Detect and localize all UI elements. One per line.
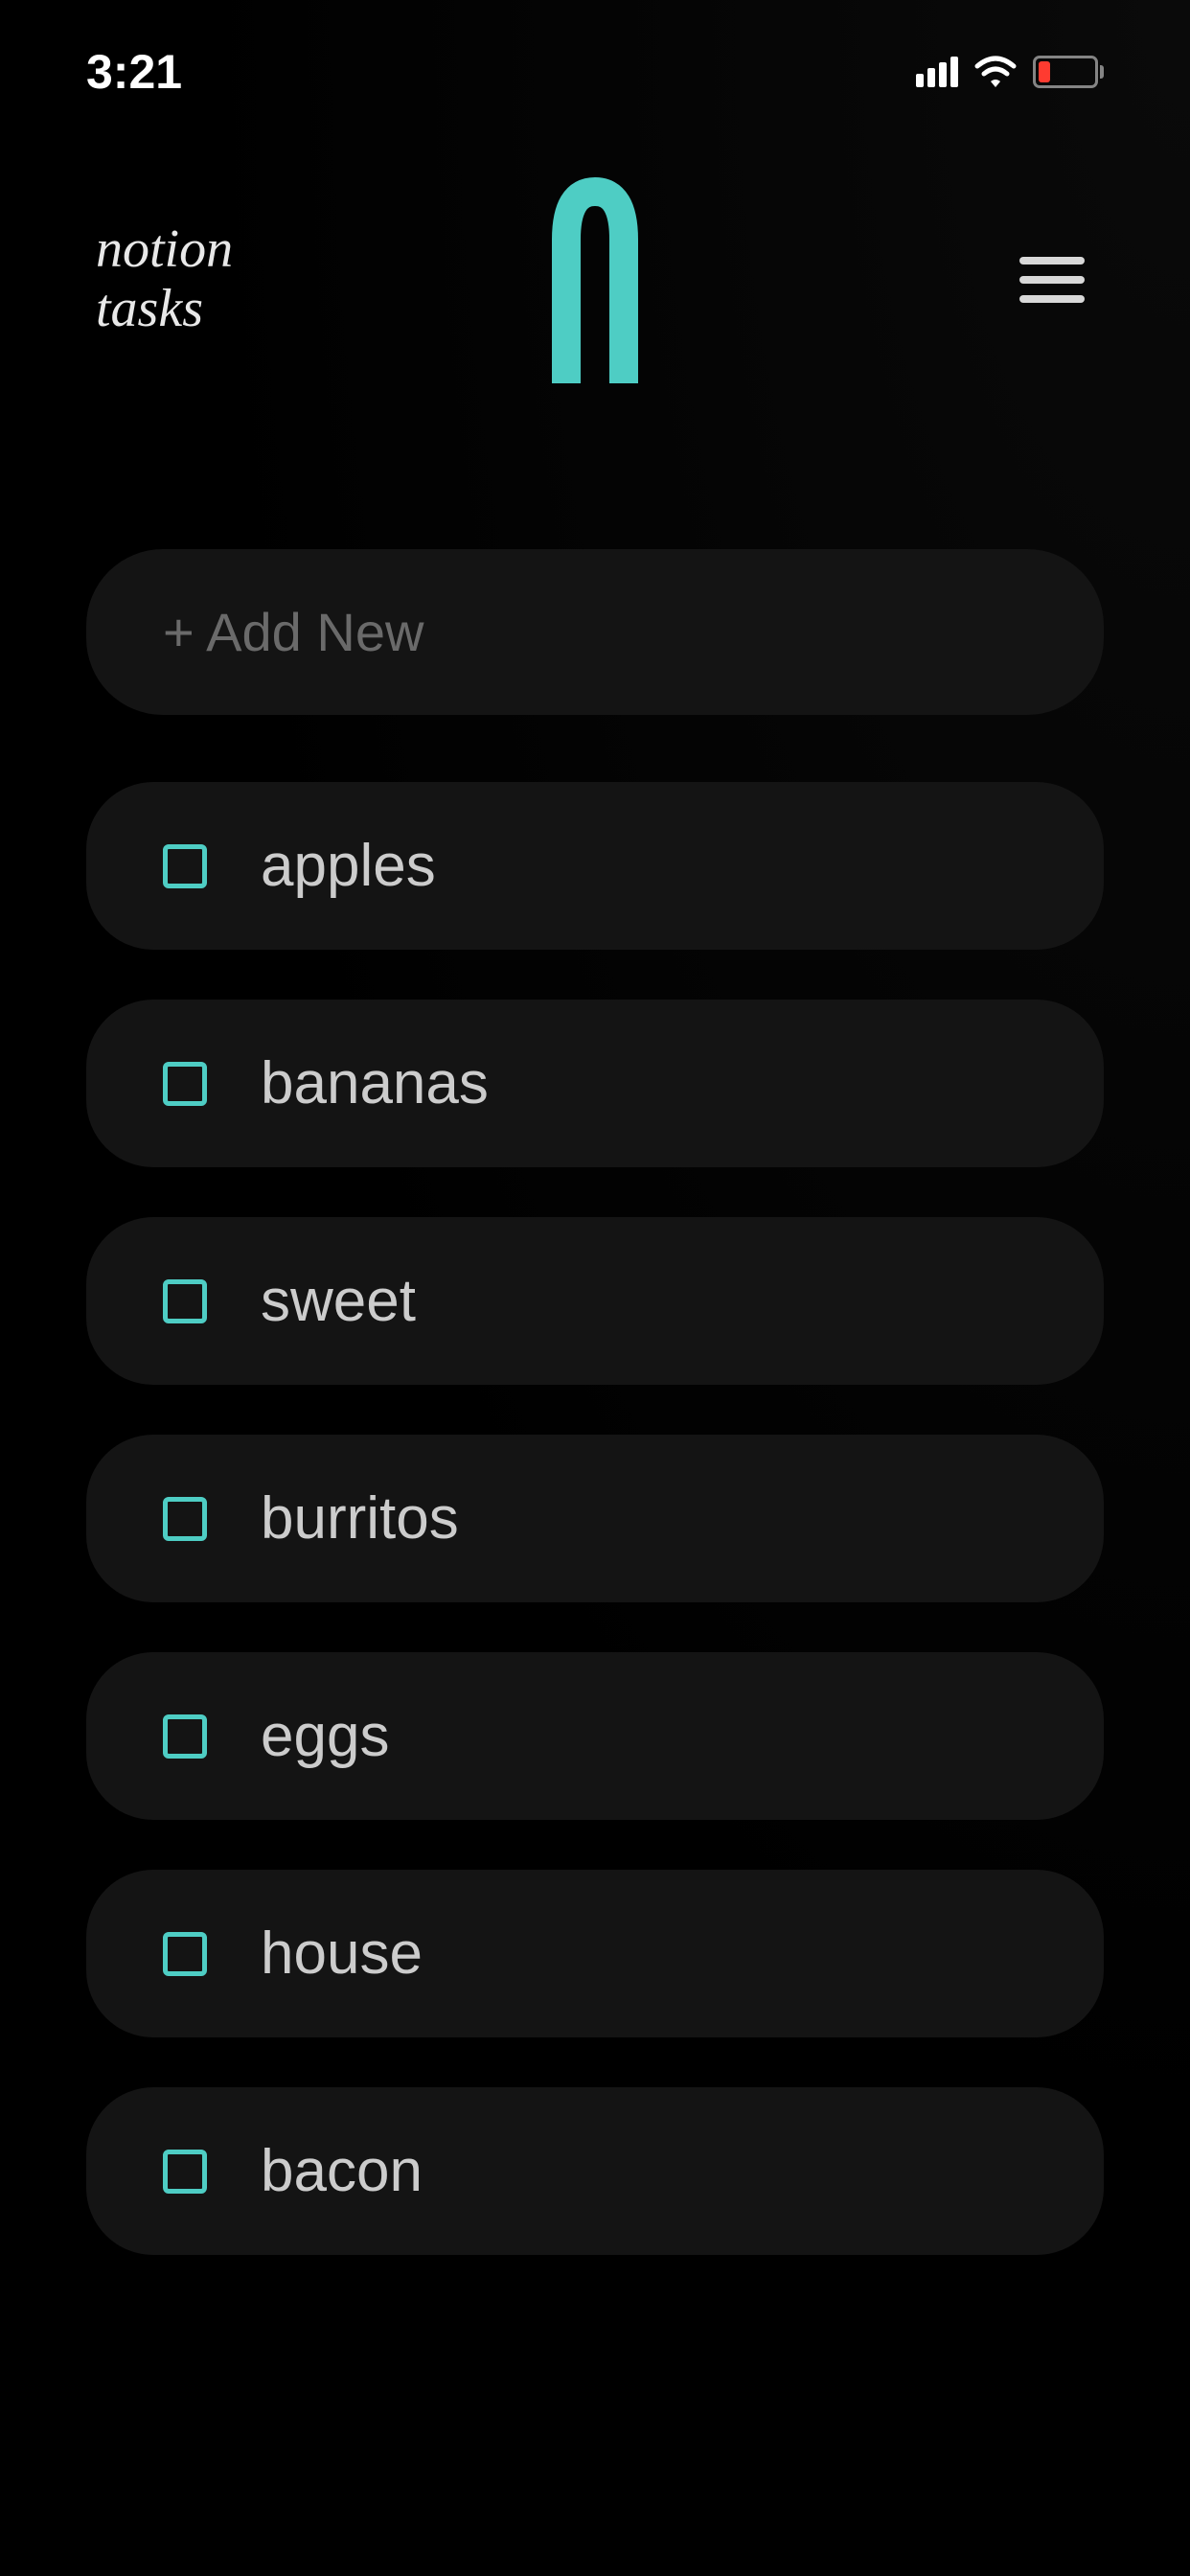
- battery-low-icon: [1033, 56, 1104, 88]
- task-item[interactable]: bacon: [86, 2087, 1104, 2255]
- task-checkbox[interactable]: [163, 1497, 207, 1541]
- task-label: house: [261, 1920, 423, 1988]
- task-item[interactable]: sweet: [86, 1217, 1104, 1385]
- add-new-label: + Add New: [163, 601, 1027, 663]
- hamburger-icon: [1019, 257, 1085, 264]
- task-checkbox[interactable]: [163, 844, 207, 888]
- task-checkbox[interactable]: [163, 2150, 207, 2194]
- task-item[interactable]: house: [86, 1870, 1104, 2037]
- cellular-signal-icon: [916, 57, 958, 87]
- task-checkbox[interactable]: [163, 1714, 207, 1759]
- task-label: bananas: [261, 1049, 489, 1117]
- task-label: bacon: [261, 2137, 423, 2205]
- status-time: 3:21: [86, 44, 182, 100]
- task-list: apples bananas sweet burritos eggs house…: [86, 782, 1104, 2255]
- app-title: notion tasks: [96, 220, 233, 338]
- task-checkbox[interactable]: [163, 1279, 207, 1323]
- task-checkbox[interactable]: [163, 1062, 207, 1106]
- app-title-line2: tasks: [96, 280, 233, 339]
- add-new-button[interactable]: + Add New: [86, 549, 1104, 715]
- menu-button[interactable]: [1010, 247, 1094, 312]
- main-content: + Add New apples bananas sweet burritos …: [0, 377, 1190, 2255]
- task-checkbox[interactable]: [163, 1932, 207, 1976]
- app-header: notion tasks: [0, 125, 1190, 377]
- task-label: apples: [261, 832, 436, 900]
- app-logo-icon: [547, 172, 643, 388]
- task-label: burritos: [261, 1484, 459, 1552]
- task-item[interactable]: burritos: [86, 1435, 1104, 1602]
- task-label: sweet: [261, 1267, 416, 1335]
- app-title-line1: notion: [96, 220, 233, 280]
- status-bar: 3:21: [0, 0, 1190, 125]
- task-item[interactable]: bananas: [86, 1000, 1104, 1167]
- task-label: eggs: [261, 1702, 389, 1770]
- task-item[interactable]: apples: [86, 782, 1104, 950]
- task-item[interactable]: eggs: [86, 1652, 1104, 1820]
- wifi-icon: [973, 53, 1018, 92]
- status-icons: [916, 53, 1104, 92]
